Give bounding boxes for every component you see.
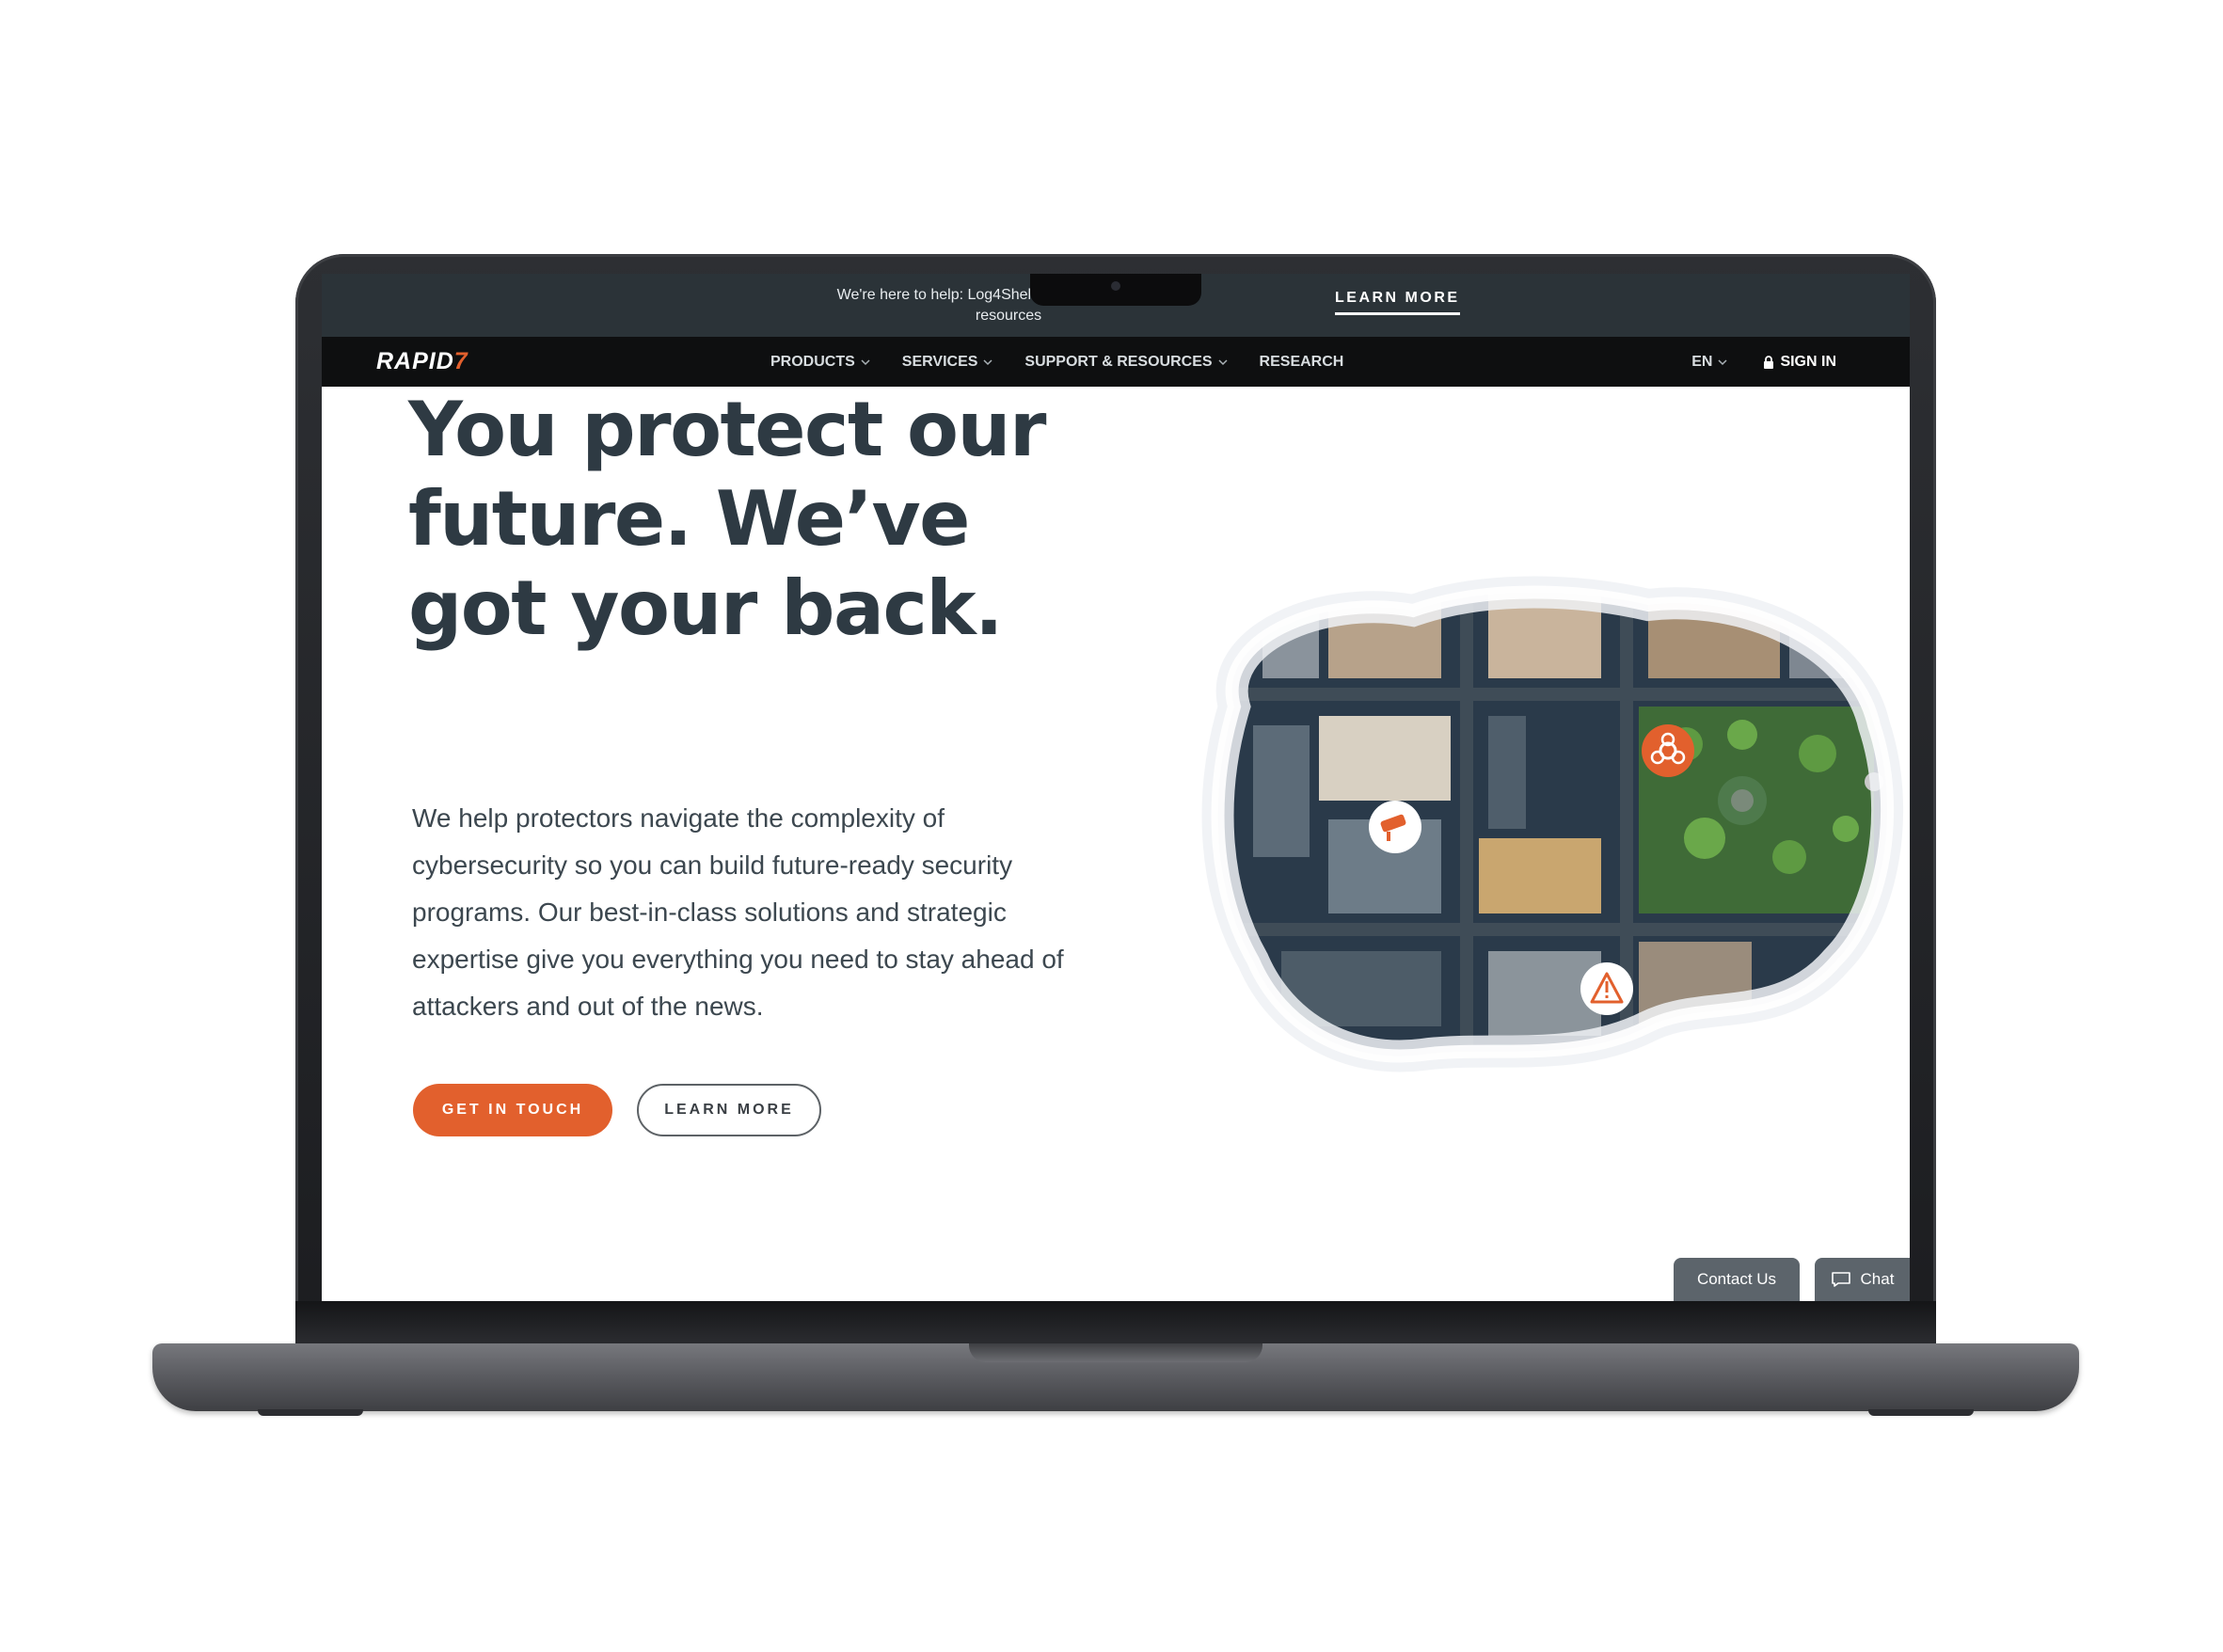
sign-in-link[interactable]: SIGN IN xyxy=(1763,354,1836,371)
biohazard-icon xyxy=(1642,724,1694,777)
nav-right: EN SIGN IN xyxy=(1691,337,1836,387)
laptop-screen: We're here to help: Log4Shell m ion reso… xyxy=(322,274,1910,1301)
nav-item-label: SERVICES xyxy=(901,353,978,370)
nav-menu: PRODUCTS SERVICES SUPPORT & RESOURCES RE… xyxy=(770,337,1375,387)
chevron-down-icon xyxy=(1718,358,1727,365)
security-camera-icon xyxy=(1369,801,1421,853)
chevron-down-icon xyxy=(861,358,870,365)
headline-line: You protect our xyxy=(408,386,1046,473)
nav-item-products[interactable]: PRODUCTS xyxy=(770,354,870,371)
nav-item-label: SUPPORT & RESOURCES xyxy=(1024,353,1213,370)
chat-label: Chat xyxy=(1860,1270,1895,1288)
chevron-down-icon xyxy=(983,358,992,365)
announcement-text-line2: resources xyxy=(975,308,1042,324)
rapid7-logo[interactable]: RAPID7 xyxy=(376,348,468,375)
headline-line: future. We’ve xyxy=(408,475,970,563)
laptop-chin xyxy=(295,1301,1936,1343)
announcement-learn-more-link[interactable]: LEARN MORE xyxy=(1335,290,1460,315)
laptop-foot-right xyxy=(1868,1409,1974,1416)
chat-button[interactable]: Chat xyxy=(1815,1258,1910,1301)
learn-more-button[interactable]: LEARN MORE xyxy=(637,1084,821,1136)
nav-item-label: PRODUCTS xyxy=(770,353,855,370)
main-nav: RAPID7 PRODUCTS SERVICES SUPPORT & RESOU… xyxy=(322,337,1910,387)
nav-item-label: RESEARCH xyxy=(1259,353,1344,370)
chat-bubble-icon xyxy=(1831,1272,1850,1287)
nav-item-services[interactable]: SERVICES xyxy=(902,354,993,371)
nav-item-support-resources[interactable]: SUPPORT & RESOURCES xyxy=(1024,353,1228,371)
nav-item-research[interactable]: RESEARCH xyxy=(1260,354,1344,371)
logo-text: RAPID xyxy=(376,348,454,374)
sign-in-label: SIGN IN xyxy=(1780,353,1836,370)
logo-mark: 7 xyxy=(453,348,468,374)
chevron-down-icon xyxy=(1218,358,1228,365)
laptop-foot-left xyxy=(258,1409,363,1416)
hero-lead-paragraph: We help protectors navigate the complexi… xyxy=(412,803,1064,1021)
warning-icon xyxy=(1580,962,1633,1015)
camera-notch xyxy=(1030,274,1201,306)
headline-line: got your back. xyxy=(408,564,1003,652)
language-label: EN xyxy=(1691,353,1713,370)
hero-headline: You protect our future. We’ve got your b… xyxy=(408,385,1123,653)
lock-icon xyxy=(1764,355,1774,369)
camera-icon xyxy=(1111,281,1120,291)
get-in-touch-button[interactable]: GET IN TOUCH xyxy=(413,1084,612,1136)
language-selector[interactable]: EN xyxy=(1691,354,1727,371)
aerial-city-illustration xyxy=(1201,576,1904,1072)
laptop-opening-groove xyxy=(969,1343,1262,1362)
contact-us-button[interactable]: Contact Us xyxy=(1674,1258,1800,1301)
